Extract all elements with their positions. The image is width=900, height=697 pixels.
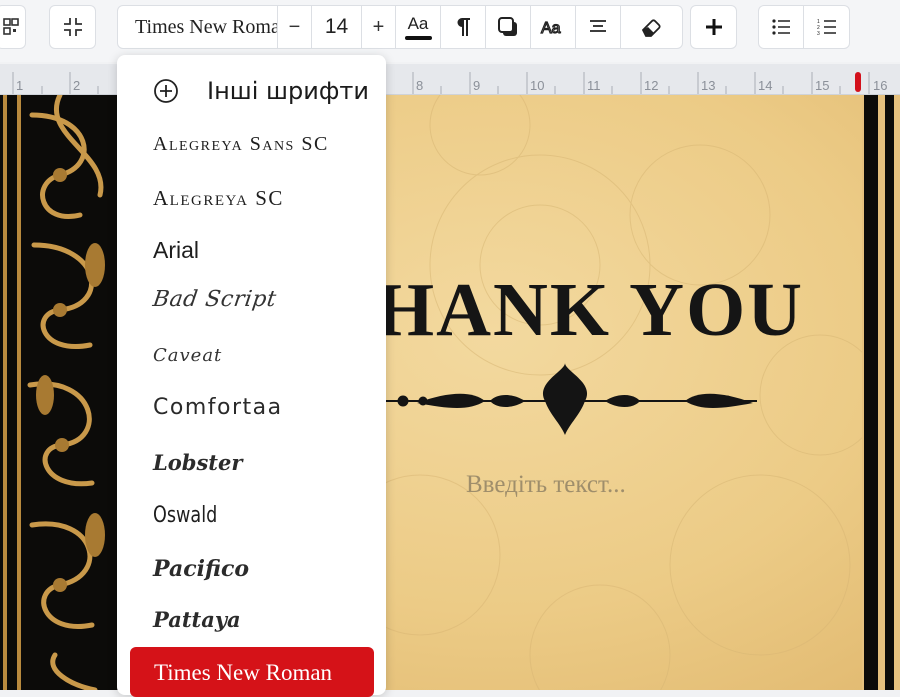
font-option-comfortaa[interactable]: Comfortaa bbox=[153, 395, 283, 420]
shadow-icon bbox=[498, 17, 517, 36]
more-fonts-item[interactable]: Інші шрифти bbox=[153, 77, 369, 105]
more-fonts-label: Інші шрифти bbox=[207, 77, 369, 105]
bullet-list-icon bbox=[772, 19, 790, 35]
ruler-label: 1 bbox=[16, 78, 24, 93]
selected-font-label: Times New Roman bbox=[154, 660, 333, 685]
numbered-list-icon: 123 bbox=[817, 19, 836, 36]
ruler-label: 13 bbox=[701, 78, 716, 93]
paragraph-button[interactable] bbox=[441, 6, 486, 48]
add-element-button[interactable] bbox=[690, 5, 737, 49]
qr-code-button[interactable] bbox=[0, 5, 26, 49]
ruler-margin-handle[interactable] bbox=[855, 72, 861, 92]
numbered-list-button[interactable]: 123 bbox=[804, 6, 849, 48]
text-style-icon: Aa bbox=[540, 19, 561, 37]
svg-text:Aa: Aa bbox=[541, 20, 561, 37]
plus-icon bbox=[691, 6, 736, 48]
font-size-input[interactable]: 14 bbox=[312, 6, 362, 48]
ruler-label: 2 bbox=[73, 78, 81, 93]
left-ornament-border bbox=[0, 95, 120, 690]
ruler-label: 8 bbox=[416, 78, 424, 93]
font-option-alegreya-sc[interactable]: Alegreya SC bbox=[153, 186, 284, 211]
font-size-increase-button[interactable]: + bbox=[362, 6, 396, 48]
font-option-pattaya[interactable]: Pattaya bbox=[153, 607, 241, 632]
text-shadow-button[interactable] bbox=[486, 6, 531, 48]
text-color-icon: Aa bbox=[407, 13, 429, 33]
collapse-button[interactable] bbox=[49, 5, 96, 49]
text-format-group: Times New Roman − 14 + Aa Aa bbox=[117, 5, 683, 49]
text-color-button[interactable]: Aa bbox=[396, 6, 441, 48]
ruler-label: 12 bbox=[644, 78, 659, 93]
align-center-button[interactable] bbox=[576, 6, 621, 48]
ruler-label: 16 bbox=[873, 78, 888, 93]
headline-text[interactable]: HANK YOU bbox=[375, 270, 802, 350]
font-option-lobster[interactable]: Lobster bbox=[153, 450, 242, 475]
font-family-select[interactable]: Times New Roman bbox=[118, 6, 278, 48]
ruler-label: 10 bbox=[530, 78, 545, 93]
ruler-label: 14 bbox=[758, 78, 773, 93]
font-option-oswald[interactable]: Oswald bbox=[153, 503, 217, 528]
align-center-icon bbox=[590, 20, 606, 32]
font-option-pacifico[interactable]: Pacifico bbox=[153, 556, 249, 582]
text-style-button[interactable]: Aa bbox=[531, 6, 576, 48]
ornament-divider bbox=[385, 363, 757, 435]
toolbar: Times New Roman − 14 + Aa Aa 1 2 3 bbox=[0, 0, 900, 62]
add-circle-icon bbox=[154, 79, 178, 103]
ruler-label: 9 bbox=[473, 78, 481, 93]
font-size-decrease-button[interactable]: − bbox=[278, 6, 312, 48]
font-option-arial[interactable]: Arial bbox=[153, 237, 199, 264]
font-dropdown-menu: Інші шрифти Alegreya Sans SC Alegreya SC… bbox=[117, 55, 386, 697]
pilcrow-icon bbox=[457, 18, 470, 36]
font-option-bad-script[interactable]: Bad Script bbox=[151, 287, 278, 312]
text-color-swatch bbox=[404, 35, 432, 40]
svg-text:3: 3 bbox=[817, 31, 820, 36]
ruler-label: 15 bbox=[815, 78, 830, 93]
eraser-icon bbox=[641, 19, 661, 37]
clear-format-button[interactable] bbox=[621, 6, 681, 48]
ruler-label: 11 bbox=[587, 78, 601, 93]
font-option-alegreya-sans-sc[interactable]: Alegreya Sans SC bbox=[153, 133, 329, 156]
collapse-icon bbox=[50, 6, 95, 48]
text-placeholder[interactable]: Введіть текст... bbox=[466, 471, 626, 499]
qr-code-icon bbox=[0, 6, 25, 48]
right-border bbox=[862, 95, 900, 690]
bullet-list-button[interactable] bbox=[759, 6, 804, 48]
list-group: 123 bbox=[758, 5, 850, 49]
font-option-caveat[interactable]: Caveat bbox=[153, 345, 222, 366]
